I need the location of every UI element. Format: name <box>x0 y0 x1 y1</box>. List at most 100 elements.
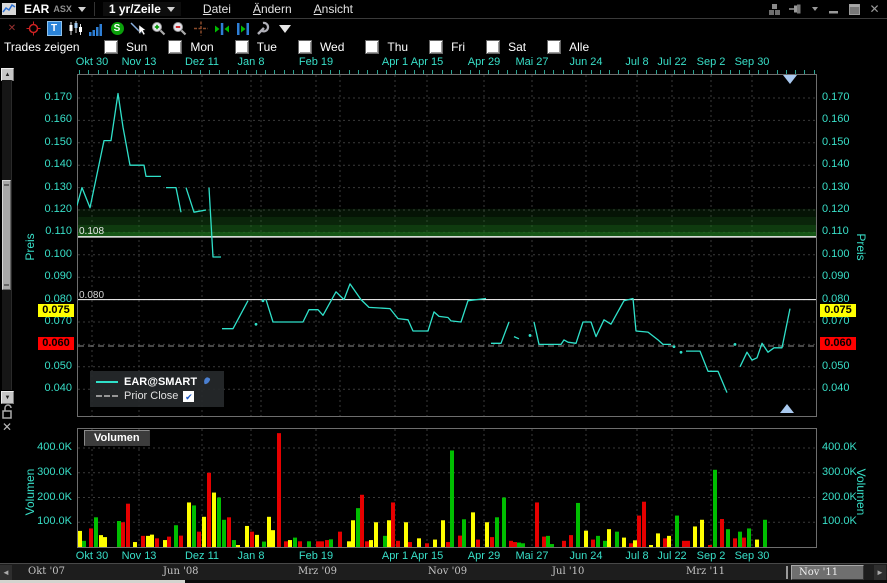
price-plot[interactable] <box>77 74 817 417</box>
workspace-icon[interactable] <box>768 3 781 16</box>
menu-bar: Datei Ändern Ansicht <box>181 0 353 18</box>
date-label-bottom: Apr 29 <box>468 550 500 562</box>
volume-bar <box>329 539 333 547</box>
timeline-left-arrow[interactable]: ◄ <box>0 565 12 580</box>
checkbox-alle[interactable] <box>547 40 561 54</box>
check-icon: ✔ <box>185 387 193 405</box>
timeline-thumb[interactable]: Nov '11 <box>791 565 864 580</box>
settings-wrench-icon[interactable] <box>255 21 273 37</box>
volume-bar <box>250 532 254 547</box>
volume-bar <box>622 538 626 547</box>
checkbox-sun[interactable] <box>104 40 118 54</box>
timeline-right-arrow[interactable]: ► <box>874 565 886 580</box>
text-tool-icon[interactable]: T <box>45 21 63 37</box>
last-price-badge: 0.075 <box>820 304 856 317</box>
maximize-icon[interactable] <box>848 3 861 16</box>
volume-bar <box>404 522 408 547</box>
minimize-icon[interactable] <box>828 3 841 16</box>
price-tick-label: 0.110 <box>822 225 849 237</box>
trendline-icon[interactable] <box>129 21 147 37</box>
volume-bar <box>542 537 546 547</box>
menu-ändern[interactable]: Ändern <box>253 2 292 16</box>
volume-bar <box>78 531 82 547</box>
day-filter-alle: Alle <box>547 40 589 54</box>
volume-bar <box>222 520 226 547</box>
volume-bar <box>133 542 137 547</box>
date-label-bottom: Mai 27 <box>515 550 548 562</box>
close-icon[interactable]: ✕ <box>868 3 881 16</box>
prior-close-checkbox[interactable]: ✔ <box>183 391 194 402</box>
expand-chart-icon[interactable] <box>213 21 231 37</box>
volume-bar <box>99 535 103 547</box>
crosshair-icon[interactable] <box>192 21 210 37</box>
day-filter-wed: Wed <box>298 40 344 54</box>
volume-bar <box>163 540 167 547</box>
zoom-in-icon[interactable] <box>150 21 168 37</box>
timeframe-caret-icon <box>167 7 175 12</box>
day-label: Thu <box>387 40 408 54</box>
symbol-label[interactable]: EAR <box>24 2 49 16</box>
volume-bar <box>167 537 171 547</box>
volume-tick-label: 300.0K <box>0 466 72 478</box>
volume-bar <box>471 512 475 547</box>
date-label-bottom: Apr 1 <box>382 550 408 562</box>
pin-icon[interactable] <box>788 3 801 16</box>
volume-bar <box>425 543 429 547</box>
volume-chart-panel[interactable] <box>77 428 817 548</box>
price-tick-label: 0.040 <box>822 382 850 394</box>
volume-tick-label: 400.0K <box>822 441 857 453</box>
volume-bar <box>755 540 759 547</box>
pin-caret-icon[interactable] <box>808 3 821 16</box>
checkbox-thu[interactable] <box>365 40 379 54</box>
series-line-sample <box>96 381 118 383</box>
menu-datei[interactable]: Datei <box>203 2 231 16</box>
price-chart-panel[interactable] <box>77 74 817 417</box>
day-label: Mon <box>190 40 213 54</box>
volume-bar <box>733 538 737 547</box>
close-panel-icon[interactable]: ✕ <box>2 420 12 434</box>
vertical-scrollbar-thumb[interactable] <box>2 180 11 290</box>
scroll-indicator-up-icon[interactable] <box>780 404 794 413</box>
last-price-badge: 0.075 <box>38 304 74 317</box>
legend-handle-icon[interactable] <box>202 373 213 391</box>
volume-bar <box>192 505 196 547</box>
checkbox-mon[interactable] <box>168 40 182 54</box>
volume-bar <box>347 541 351 547</box>
volume-plot[interactable] <box>77 428 817 548</box>
volume-bar <box>325 540 329 547</box>
volume-bar <box>255 535 259 547</box>
checkbox-sat[interactable] <box>486 40 500 54</box>
title-bar: EAR ASX 1 yr/Zeile Datei Ändern Ansicht ✕ <box>0 0 887 19</box>
exchange-label: ASX <box>53 4 72 14</box>
timeframe-dropdown[interactable]: 1 yr/Zeile <box>103 2 181 16</box>
checkbox-wed[interactable] <box>298 40 312 54</box>
prior-close-badge: 0.060 <box>38 337 74 350</box>
zoom-out-icon[interactable] <box>171 21 189 37</box>
currency-icon[interactable]: S <box>108 21 126 37</box>
date-label-top: Feb 19 <box>299 56 333 68</box>
symbol-dropdown-icon[interactable] <box>78 7 86 12</box>
date-label-bottom: Dez 11 <box>185 550 219 562</box>
volume-bar <box>82 541 86 547</box>
scroll-indicator-down-icon[interactable] <box>783 75 797 84</box>
date-label-top: Apr 15 <box>411 56 443 68</box>
day-label: Sat <box>508 40 526 54</box>
volume-panel-title[interactable]: Volumen <box>84 430 150 446</box>
volume-bar <box>550 544 554 547</box>
candlestick-icon[interactable] <box>66 21 84 37</box>
compress-chart-icon[interactable] <box>234 21 252 37</box>
delete-drawing-icon[interactable]: ✕ <box>3 21 21 37</box>
menu-ansicht[interactable]: Ansicht <box>314 2 353 16</box>
volume-bar <box>383 536 387 547</box>
volume-bar <box>603 541 607 547</box>
checkbox-fri[interactable] <box>429 40 443 54</box>
volume-bar <box>155 538 159 547</box>
target-icon[interactable] <box>24 21 42 37</box>
volume-bar <box>708 545 712 547</box>
day-filter-thu: Thu <box>365 40 408 54</box>
volume-bars-icon[interactable] <box>87 21 105 37</box>
scroll-down-button[interactable]: ▼ <box>1 391 14 404</box>
more-dropdown-icon[interactable] <box>276 21 294 37</box>
volume-bar <box>391 502 395 547</box>
checkbox-tue[interactable] <box>235 40 249 54</box>
